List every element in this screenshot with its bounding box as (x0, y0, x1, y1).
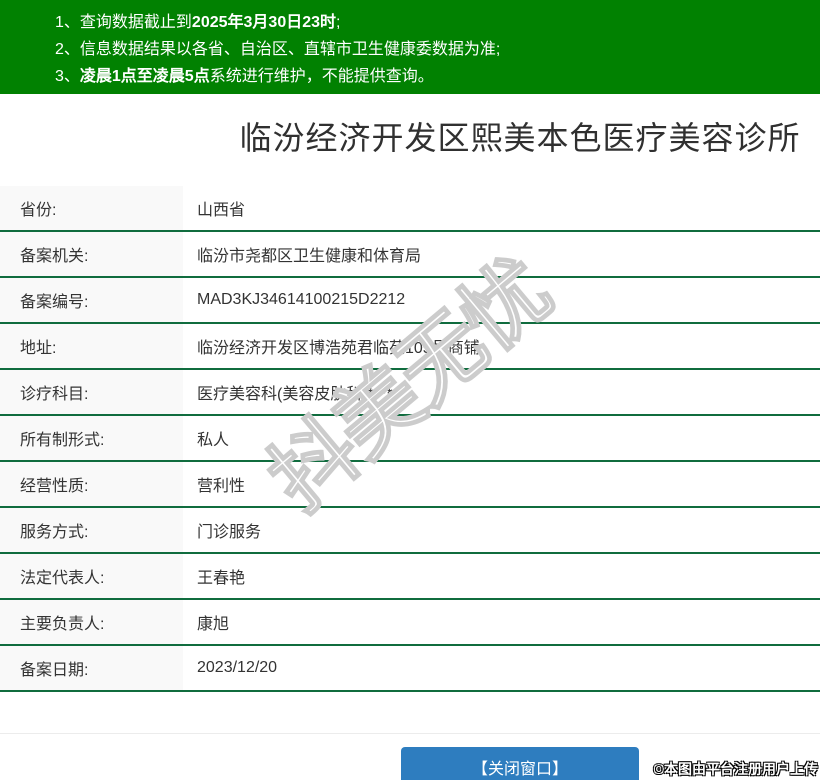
table-row-filing-date: 备案日期: 2023/12/20 (0, 646, 820, 692)
table-row-province: 省份: 山西省 (0, 186, 820, 232)
notice-line-3: 3、凌晨1点至凌晨5点系统进行维护，不能提供查询。 (55, 63, 820, 90)
notice-number: 3、 (55, 68, 80, 85)
row-value: 医疗美容科(美容皮肤科)****** (183, 370, 405, 414)
table-row-medical-subjects: 诊疗科目: 医疗美容科(美容皮肤科)****** (0, 370, 820, 416)
row-value: MAD3KJ34614100215D2212 (183, 278, 405, 322)
notice-number: 1、 (55, 14, 80, 31)
table-row-filing-number: 备案编号: MAD3KJ34614100215D2212 (0, 278, 820, 324)
row-label: 备案机关: (0, 232, 183, 276)
row-value: 山西省 (183, 186, 245, 230)
page-container: 1、查询数据截止到2025年3月30日23时; 2、信息数据结果以各省、自治区、… (0, 0, 820, 780)
table-row-service-mode: 服务方式: 门诊服务 (0, 508, 820, 554)
row-label: 省份: (0, 186, 183, 230)
table-row-main-person-in-charge: 主要负责人: 康旭 (0, 600, 820, 646)
row-value: 康旭 (183, 600, 229, 644)
table-row-ownership-form: 所有制形式: 私人 (0, 416, 820, 462)
row-label: 所有制形式: (0, 416, 183, 460)
row-label: 备案编号: (0, 278, 183, 322)
row-label: 经营性质: (0, 462, 183, 506)
row-value: 营利性 (183, 462, 245, 506)
table-row-address: 地址: 临汾经济开发区博浩苑君临苑105号商铺 (0, 324, 820, 370)
footer-divider (0, 733, 820, 734)
notice-text: 系统进行维护，不能提供查询。 (210, 68, 434, 85)
table-row-legal-representative: 法定代表人: 王春艳 (0, 554, 820, 600)
notice-text: ; (336, 14, 340, 31)
info-table: 省份: 山西省 备案机关: 临汾市尧都区卫生健康和体育局 备案编号: MAD3K… (0, 186, 820, 692)
row-value: 临汾经济开发区博浩苑君临苑105号商铺 (183, 324, 480, 368)
row-label: 地址: (0, 324, 183, 368)
notice-text: 查询数据截止到 (80, 14, 192, 31)
close-window-button[interactable]: 【关闭窗口】 (401, 747, 639, 780)
notice-bold-text: 2025年3月30日23时 (192, 14, 336, 31)
table-row-business-nature: 经营性质: 营利性 (0, 462, 820, 508)
notice-number: 2、 (55, 41, 80, 58)
row-value: 王春艳 (183, 554, 245, 598)
notice-text: 信息数据结果以各省、自治区、直辖市卫生健康委数据为准; (80, 41, 500, 58)
page-title: 临汾经济开发区熙美本色医疗美容诊所 (0, 114, 820, 162)
notice-banner: 1、查询数据截止到2025年3月30日23时; 2、信息数据结果以各省、自治区、… (0, 0, 820, 94)
table-row-filing-authority: 备案机关: 临汾市尧都区卫生健康和体育局 (0, 232, 820, 278)
notice-bold-text: 凌晨1点至凌晨5点 (80, 68, 210, 85)
notice-line-1: 1、查询数据截止到2025年3月30日23时; (55, 9, 820, 36)
row-value: 私人 (183, 416, 229, 460)
row-label: 服务方式: (0, 508, 183, 552)
notice-line-2: 2、信息数据结果以各省、自治区、直辖市卫生健康委数据为准; (55, 36, 820, 63)
row-label: 诊疗科目: (0, 370, 183, 414)
row-label: 备案日期: (0, 646, 183, 690)
row-label: 主要负责人: (0, 600, 183, 644)
row-value: 临汾市尧都区卫生健康和体育局 (183, 232, 421, 276)
row-value: 门诊服务 (183, 508, 261, 552)
row-label: 法定代表人: (0, 554, 183, 598)
row-value: 2023/12/20 (183, 646, 277, 690)
image-credit: ©本图由平台注册用户上传 (654, 759, 818, 779)
